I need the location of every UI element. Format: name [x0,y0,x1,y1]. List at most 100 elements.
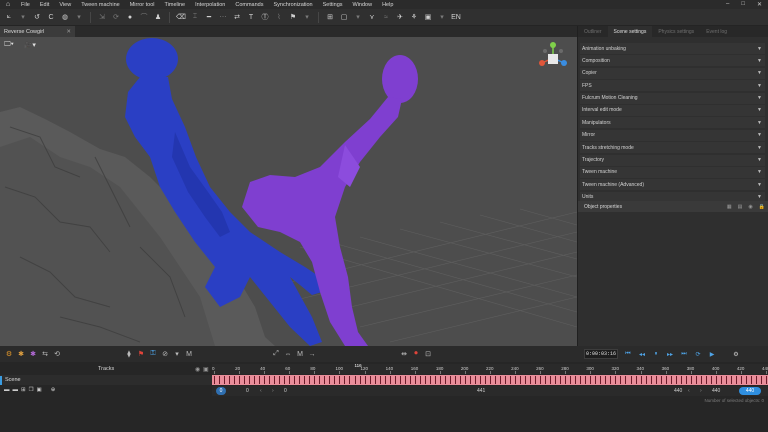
keyframe-strip[interactable] [212,375,768,385]
keyframe-mark[interactable] [244,376,246,384]
current-time-field[interactable]: 0:00:03:16 [584,349,618,359]
menu-edit[interactable]: Edit [35,2,54,8]
keyframe-mark[interactable] [625,376,627,384]
keyframe-mark[interactable] [229,376,231,384]
keyframe-mark[interactable] [459,376,461,384]
lock-icon[interactable]: ▣ [203,366,209,373]
keyframe-mark[interactable] [434,376,436,384]
keyframe-mark[interactable] [464,376,466,384]
delete-icon[interactable]: ▣ [37,387,42,393]
lock-icon[interactable]: 🔒 [759,204,765,210]
menu-help[interactable]: Help [377,2,398,8]
keyframe-mark[interactable] [590,376,592,384]
frame-icon[interactable]: ⊞ [324,11,336,23]
keyframe-mark[interactable] [595,376,597,384]
keyframe-mark[interactable] [234,376,236,384]
chevron-left-icon[interactable]: ‹ [688,388,690,394]
keyframe-mark[interactable] [715,376,717,384]
keyframe-mark[interactable] [284,376,286,384]
settings-item-fulcrum-motion-cleaning[interactable]: Fulcrum Motion Cleaning ▼ [580,92,765,104]
bone-icon[interactable]: ⌇ [273,11,285,23]
fit-icon[interactable]: ⤢ [270,348,282,360]
keyframe-mark[interactable] [334,376,336,384]
view-icon[interactable]: ⊡ [422,348,434,360]
menu-synchronization[interactable]: Synchronization [268,2,317,8]
settings-item-tween-machine[interactable]: Tween machine ▼ [580,166,765,178]
keyframe-mark[interactable] [750,376,752,384]
orange-gear-icon[interactable]: ✱ [15,348,27,360]
snap-icon[interactable]: ⇹ [398,348,410,360]
timeline-ruler[interactable]: 0 20 40 60 80 100 120 140 160 180 200 220 240 260 280 3… [212,363,768,374]
keyframe-mark[interactable] [389,376,391,384]
keyframe-mark[interactable] [565,376,567,384]
rotate-icon[interactable]: ⟳ [110,11,122,23]
menu-timeline[interactable]: Timeline [159,2,190,8]
settings-item-composition[interactable]: Composition ▼ [580,55,765,67]
pause-icon[interactable]: ⏸ [650,348,662,360]
settings-item-animation-unbaking[interactable]: Animation unbaking ▼ [580,43,765,54]
maximize-icon[interactable]: □ [741,1,745,8]
keyframe-mark[interactable] [730,376,732,384]
keyframe-mark[interactable] [570,376,572,384]
line-icon[interactable]: ━ [203,11,215,23]
3d-viewport[interactable]: 🖵▾ 🎥▾ [0,37,577,346]
fly-icon[interactable]: ✈ [394,11,406,23]
tab-reverse-cowgirl[interactable]: Reverse Cowgirl ✕ [0,26,75,37]
keyframe-mark[interactable] [520,376,522,384]
keyframe-mark[interactable] [239,376,241,384]
keyframe-mark[interactable] [319,376,321,384]
keyframe-mark[interactable] [500,376,502,384]
record-icon[interactable]: ⏺ [410,348,422,360]
home-icon[interactable]: ⌂ [0,1,16,8]
loop-playback-icon[interactable]: ⟳ [692,348,704,360]
keyframe-mark[interactable] [540,376,542,384]
keyframe-mark[interactable] [700,376,702,384]
keyframe-mark[interactable] [665,376,667,384]
dropdown-icon[interactable]: ▾ [436,11,448,23]
keyframe-mark[interactable] [224,376,226,384]
keyframe-mark[interactable] [690,376,692,384]
eraser-icon[interactable]: ⌫ [175,11,187,23]
track-row-scene[interactable]: Scene [0,375,212,385]
keyframe-mark[interactable] [299,376,301,384]
menu-window[interactable]: Window [348,2,378,8]
keyframe-mark[interactable] [249,376,251,384]
keyframe-mark[interactable] [545,376,547,384]
purple-gear-icon[interactable]: ✱ [27,348,39,360]
settings-item-copier[interactable]: Copier ▼ [580,67,765,79]
keyframe-mark[interactable] [490,376,491,384]
keyframe-icon[interactable]: ⧫ [123,348,135,360]
keyframe-mark[interactable] [645,376,647,384]
menu-file[interactable]: File [16,2,35,8]
play-range-icon[interactable]: ▶ [706,348,718,360]
keyframe-mark[interactable] [725,376,727,384]
dropdown-icon[interactable]: ▾ [73,11,85,23]
keyframe-mark[interactable] [449,376,451,384]
next-key-icon[interactable]: ▸▸ [664,348,676,360]
keyframe-mark[interactable] [394,376,396,384]
keyframe-mark[interactable] [710,376,712,384]
range-start-value[interactable]: 0 [246,388,249,394]
keyframe-mark[interactable] [374,376,376,384]
keyframe-mark[interactable] [640,376,642,384]
keyframe-mark[interactable] [219,376,221,384]
add-icon[interactable]: ⊕ [51,387,56,393]
chevron-left-icon[interactable]: ‹ [260,388,262,394]
keyframe-mark[interactable] [419,376,421,384]
m-icon[interactable]: M [183,348,195,360]
keyframe-mark[interactable] [309,376,311,384]
folder-add-icon[interactable]: ▬ [13,387,19,393]
flag-icon[interactable]: ⚑ [135,348,147,360]
keyframe-mark[interactable] [720,376,722,384]
keyframe-mark[interactable] [735,376,737,384]
keyframe-mark[interactable] [580,376,582,384]
keyframe-mark[interactable] [605,376,607,384]
keyframe-mark[interactable] [635,376,637,384]
lasso-icon[interactable]: C [45,11,57,23]
keyframe-mark[interactable] [279,376,281,384]
keyframe-mark[interactable] [324,376,326,384]
settings-item-tween-machine-advanced[interactable]: Tween machine (Advanced) ▼ [580,179,765,191]
keyframe-mark[interactable] [600,376,602,384]
en-icon[interactable]: EN [450,11,462,23]
text-box-icon[interactable]: Ⓣ [259,11,271,23]
